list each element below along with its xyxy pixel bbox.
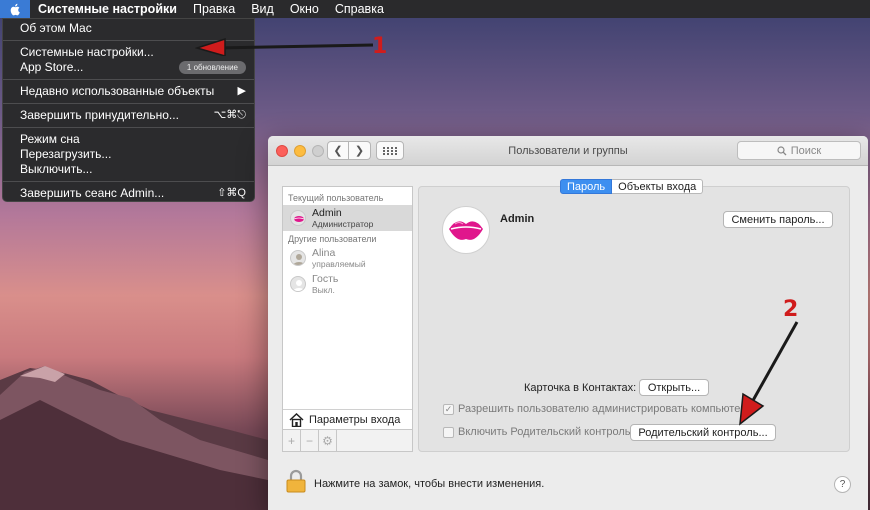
lock-message: Нажмите на замок, чтобы внести изменения… [314,478,545,490]
menu-separator [3,103,254,104]
menu-item-sleep-label: Режим сна [20,132,80,146]
enable-parental-checkbox[interactable] [443,426,454,438]
annotation-label-1: 1 [372,34,388,59]
tab-bar: Пароль Объекты входа [560,179,704,194]
menu-edit[interactable]: Правка [185,0,243,18]
force-quit-shortcut: ⌥⌘⎋ [213,109,246,121]
menu-app-name[interactable]: Системные настройки [30,0,185,18]
user-item-alina[interactable]: Alina управляемый [283,245,412,271]
menu-item-about[interactable]: Об этом Mac [3,21,254,36]
menu-item-force-quit-label: Завершить принудительно... [20,108,179,122]
allow-admin-row: ✓ Разрешить пользователю администрироват… [443,403,746,415]
user-item-admin[interactable]: Admin Администратор [283,205,412,231]
allow-admin-label: Разрешить пользователю администрировать … [458,403,747,415]
show-all-button[interactable] [376,141,404,160]
back-button[interactable]: ❮ [327,141,349,160]
user-role: Выкл. [312,285,335,295]
menu-separator [3,79,254,80]
search-icon [777,145,787,155]
lips-avatar-icon [290,210,306,226]
menu-help[interactable]: Справка [327,0,392,18]
user-item-guest[interactable]: Гость Выкл. [283,271,412,297]
forward-button[interactable]: ❯ [349,141,371,160]
menu-item-logout[interactable]: Завершить сеанс Admin... ⇧⌘Q [3,186,254,201]
login-options-item[interactable]: Параметры входа [283,409,412,429]
grid-icon [383,146,397,155]
user-full-name: Admin [500,213,535,225]
sidebar-toolbar: + − ⚙ [283,429,412,451]
user-avatar-icon [290,250,306,266]
menu-separator [3,127,254,128]
menu-item-sleep[interactable]: Режим сна [3,132,254,147]
user-name: Admin [312,207,342,219]
add-user-button[interactable]: + [283,430,301,451]
logout-shortcut: ⇧⌘Q [217,187,246,199]
menu-item-shutdown-label: Выключить... [20,162,93,176]
search-placeholder: Поиск [790,144,822,157]
menu-item-app-store[interactable]: App Store... 1 обновление [3,60,254,75]
annotation-arrow-2 [739,321,799,426]
remove-user-button[interactable]: − [301,430,319,451]
annotation-arrow-1 [195,37,374,56]
allow-admin-checkbox[interactable]: ✓ [443,403,454,415]
contacts-card-label: Карточка в Контактах: [524,382,637,394]
update-badge: 1 обновление [178,61,246,74]
menu-separator [3,181,254,182]
zoom-button[interactable] [312,145,324,157]
lock-icon[interactable] [286,469,306,493]
apple-menu-icon[interactable] [0,0,30,18]
lips-icon [449,221,483,240]
menu-window[interactable]: Окно [282,0,327,18]
submenu-arrow-icon: ▶ [237,85,246,97]
gear-icon[interactable]: ⚙ [319,430,337,451]
menu-item-logout-label: Завершить сеанс Admin... [20,186,165,200]
search-field[interactable]: Поиск [737,141,861,160]
menu-item-shutdown[interactable]: Выключить... [3,162,254,177]
users-sidebar: Текущий пользователь Admin Администратор… [282,186,413,452]
menu-bar: Системные настройки Правка Вид Окно Спра… [0,0,870,18]
help-button[interactable]: ? [834,476,851,493]
tab-login-items[interactable]: Объекты входа [612,179,704,194]
current-user-header: Текущий пользователь [288,193,384,203]
menu-item-restart[interactable]: Перезагрузить... [3,147,254,162]
change-password-button[interactable]: Сменить пароль... [723,211,833,228]
menu-item-app-store-label: App Store... [20,60,84,74]
login-options-label: Параметры входа [309,413,401,426]
house-icon [289,412,304,427]
minimize-button[interactable] [294,145,306,157]
menu-item-recent-label: Недавно использованные объекты [20,84,215,98]
menu-view[interactable]: Вид [243,0,282,18]
chevron-left-icon: ❮ [333,145,343,157]
user-role: Администратор [312,219,374,229]
tab-password[interactable]: Пароль [560,179,613,194]
enable-parental-label: Включить Родительский контроль [458,426,631,438]
window-titlebar: Пользователи и группы ❮ ❯ Поиск [268,136,868,166]
parental-row: Включить Родительский контроль [443,426,630,438]
other-users-header: Другие пользователи [288,234,377,244]
user-name: Alina [312,247,336,259]
open-contacts-button[interactable]: Открыть... [639,379,709,396]
guest-avatar-icon [290,276,306,292]
menu-item-system-prefs-label: Системные настройки... [20,45,154,59]
menu-item-force-quit[interactable]: Завершить принудительно... ⌥⌘⎋ [3,108,254,123]
menu-item-about-label: Об этом Mac [20,21,92,35]
close-button[interactable] [276,145,288,157]
menu-item-restart-label: Перезагрузить... [20,147,112,161]
chevron-right-icon: ❯ [354,145,365,157]
user-name: Гость [312,273,339,285]
user-picture[interactable] [442,206,490,254]
menu-item-recent-items[interactable]: Недавно использованные объекты ▶ [3,84,254,99]
user-role: управляемый [312,259,366,269]
